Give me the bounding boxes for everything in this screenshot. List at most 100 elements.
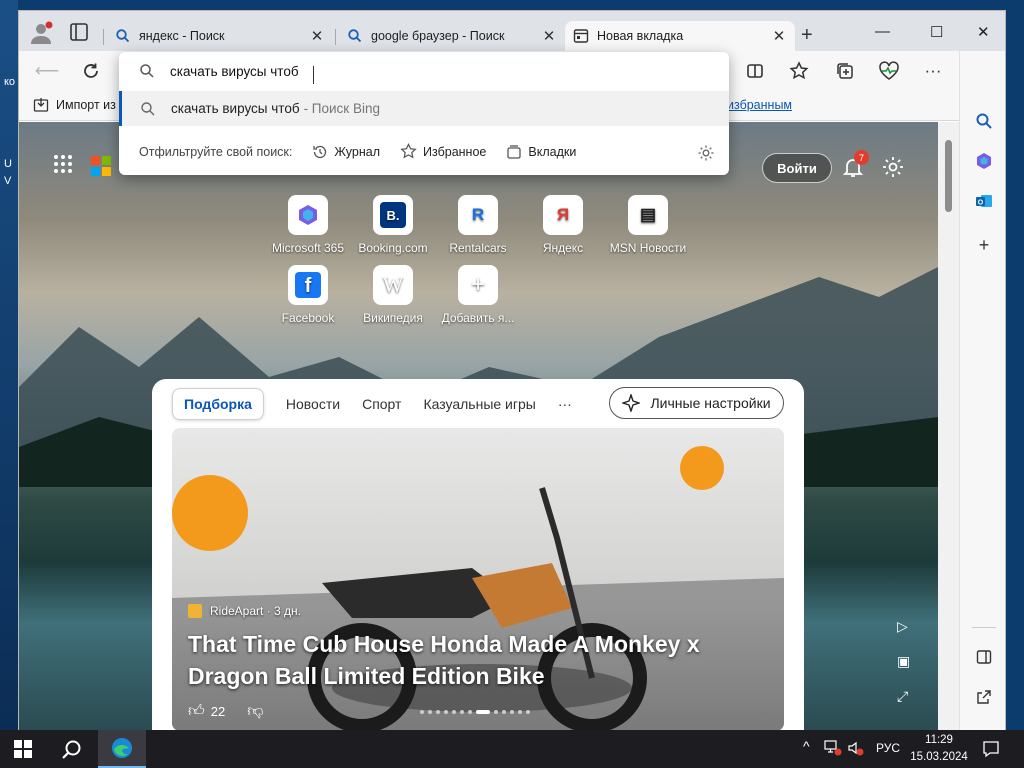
suggestion-item[interactable]: скачать вирусы чтоб - Поиск Bing xyxy=(119,91,729,126)
apps-grid-icon[interactable] xyxy=(53,154,73,174)
expand-icon[interactable]: ⤢ xyxy=(897,688,908,705)
msn-news-icon: ▤ xyxy=(628,195,668,235)
sidebar-search-button[interactable] xyxy=(972,109,996,133)
like-count: 22 xyxy=(210,704,226,719)
search-settings-gear-icon[interactable] xyxy=(697,144,715,162)
quicklink-yandex[interactable]: Я Яндекс xyxy=(521,195,605,255)
taskbar-search-icon[interactable] xyxy=(60,738,84,762)
browser-essentials-button[interactable] xyxy=(877,59,901,83)
outlook-icon: O xyxy=(976,195,992,207)
back-button[interactable]: ⟵ xyxy=(35,59,59,83)
quicklink-label: Facebook xyxy=(281,311,335,325)
new-tab-button[interactable]: + xyxy=(801,25,813,45)
collections-button[interactable] xyxy=(833,59,857,83)
play-icon[interactable]: ▷ xyxy=(897,618,908,635)
refresh-button[interactable] xyxy=(79,59,103,83)
quicklink-add[interactable]: + Добавить я... xyxy=(436,265,520,325)
language-indicator[interactable]: РУС xyxy=(876,741,900,755)
feed-tab-featured[interactable]: Подборка xyxy=(172,388,264,420)
scrollbar-thumb[interactable] xyxy=(945,140,952,212)
new-tab-page: Войти 7 Microsoft 365 B. Booking.com R R… xyxy=(19,122,938,731)
sidebar-hide-button[interactable] xyxy=(972,645,996,669)
close-tab-icon[interactable]: ✕ xyxy=(309,27,325,45)
sign-in-button[interactable]: Войти xyxy=(762,153,832,183)
more-menu-button[interactable]: ··· xyxy=(921,59,945,83)
filter-tabs-label: Вкладки xyxy=(528,144,577,159)
news-card[interactable]: RideApart · 3 дн. That Time Cub House Ho… xyxy=(172,428,784,731)
news-source-label: RideApart · 3 дн. xyxy=(210,604,301,618)
address-bar-dropdown: скачать вирусы чтоб - Поиск Bing Отфильт… xyxy=(119,52,729,175)
quicklink-msn-news[interactable]: ▤ MSN Новости xyxy=(606,195,690,255)
address-bar[interactable] xyxy=(139,63,320,79)
split-screen-icon xyxy=(747,64,763,78)
personalize-label: Личные настройки xyxy=(650,395,771,411)
profile-icon[interactable] xyxy=(29,21,53,45)
favorites-link[interactable]: избранным xyxy=(727,98,792,112)
page-scrollbar[interactable] xyxy=(938,122,959,731)
filter-history-button[interactable]: Журнал xyxy=(312,144,380,160)
tab-google[interactable]: google браузер - Поиск ✕ xyxy=(339,21,565,51)
filter-history-label: Журнал xyxy=(334,144,381,159)
carousel-dots[interactable] xyxy=(420,710,530,714)
thumbs-up-icon[interactable]: 👍︎ xyxy=(188,702,205,721)
taskbar-clock[interactable]: 11:29 15.03.2024 xyxy=(904,732,974,766)
refresh-icon xyxy=(84,63,98,78)
feed-more-button[interactable]: ··· xyxy=(558,396,572,412)
tab-new-tab[interactable]: Новая вкладка ✕ xyxy=(565,21,795,51)
tab-yandex[interactable]: яндекс - Поиск ✕ xyxy=(107,21,333,51)
news-title[interactable]: That Time Cub House Honda Made A Monkey … xyxy=(188,628,748,692)
favorites-button[interactable] xyxy=(787,59,811,83)
thumbs-down-icon[interactable]: 👎︎ xyxy=(247,702,263,721)
filter-tabs-button[interactable]: Вкладки xyxy=(506,144,576,160)
close-window-button[interactable]: ✕ xyxy=(977,23,990,41)
personalize-button[interactable]: Личные настройки xyxy=(609,387,784,419)
taskbar-edge-button[interactable] xyxy=(98,730,146,768)
filter-favorites-button[interactable]: Избранное xyxy=(400,143,486,160)
tab-strip: яндекс - Поиск ✕ google браузер - Поиск … xyxy=(19,11,1005,51)
quicklink-microsoft365[interactable]: Microsoft 365 xyxy=(266,195,350,255)
split-screen-button[interactable] xyxy=(743,59,767,83)
quicklink-label: Яндекс xyxy=(542,241,584,255)
notification-center-icon[interactable] xyxy=(982,740,1000,758)
close-tab-icon[interactable]: ✕ xyxy=(541,27,557,45)
add-icon: + xyxy=(458,265,498,305)
minimize-button[interactable]: — xyxy=(875,23,890,40)
volume-icon[interactable] xyxy=(847,740,865,759)
import-favorites-link[interactable]: Импорт из xyxy=(33,97,116,113)
feed-tab-sport[interactable]: Спорт xyxy=(362,396,401,412)
quicklink-booking[interactable]: B. Booking.com xyxy=(351,195,435,255)
text-cursor-icon xyxy=(313,66,320,84)
tray-chevron-icon[interactable]: ^ xyxy=(803,738,810,754)
quicklink-facebook[interactable]: f Facebook xyxy=(266,265,350,325)
sidebar-copilot-button[interactable] xyxy=(972,149,996,173)
sparkle-icon xyxy=(622,394,641,412)
maximize-button[interactable]: ☐ xyxy=(930,23,943,41)
desktop-label: V xyxy=(4,175,12,187)
filter-label: Отфильтруйте свой поиск: xyxy=(139,144,293,159)
address-input[interactable] xyxy=(170,63,320,79)
desktop-label: ко xyxy=(4,76,16,88)
sidebar-add-button[interactable]: + xyxy=(972,233,996,257)
edge-sidebar: O + xyxy=(959,51,1005,731)
search-filters: Отфильтруйте свой поиск: Журнал Избранно… xyxy=(139,143,576,160)
sidebar-outlook-button[interactable]: O xyxy=(972,189,996,213)
quicklink-wikipedia[interactable]: W Википедия xyxy=(351,265,435,325)
copilot-icon xyxy=(977,153,991,169)
page-settings-gear-icon[interactable] xyxy=(881,155,905,179)
facebook-icon: f xyxy=(288,265,328,305)
feed-tab-casual-games[interactable]: Казуальные игры xyxy=(423,396,535,412)
network-icon[interactable] xyxy=(824,740,842,759)
start-button[interactable] xyxy=(14,740,32,758)
tab-actions-icon[interactable] xyxy=(67,21,91,43)
photo-icon[interactable]: ▣ xyxy=(897,653,910,670)
quicklink-rentalcars[interactable]: R Rentalcars xyxy=(436,195,520,255)
feed-tab-news[interactable]: Новости xyxy=(286,396,340,412)
sidebar-open-external-button[interactable] xyxy=(972,685,996,709)
sidebar-panel-icon xyxy=(976,650,992,664)
search-icon xyxy=(116,29,130,43)
news-source[interactable]: RideApart · 3 дн. xyxy=(188,604,301,618)
search-icon xyxy=(140,64,154,78)
search-icon xyxy=(141,101,155,115)
open-external-icon xyxy=(977,690,991,704)
close-tab-icon[interactable]: ✕ xyxy=(771,27,787,45)
